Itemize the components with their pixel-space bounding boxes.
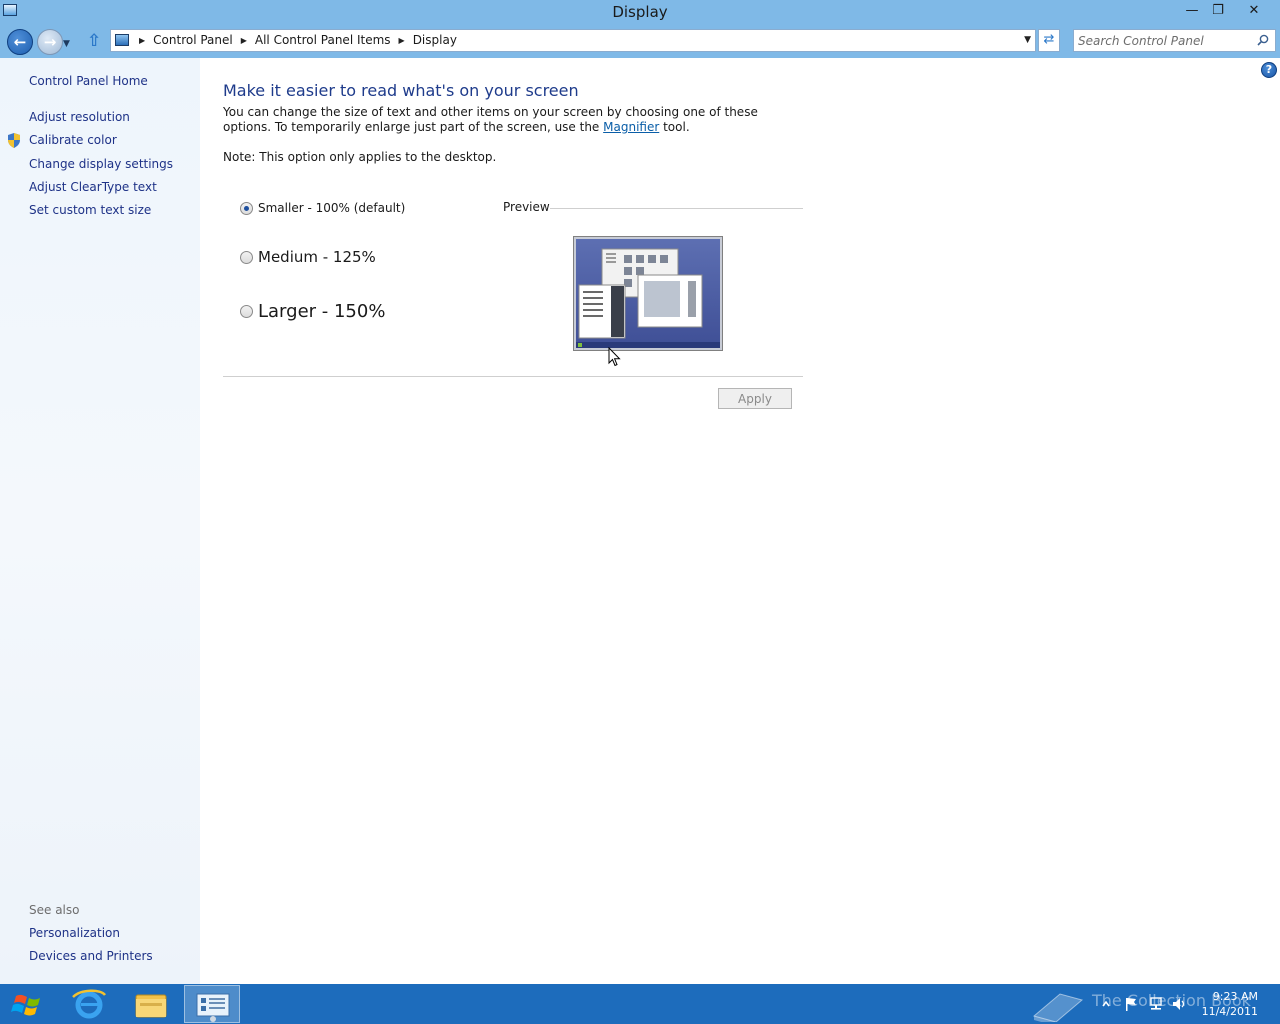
radio-larger[interactable]: [240, 305, 253, 318]
option-medium-label[interactable]: Medium - 125%: [258, 248, 376, 266]
option-larger-label[interactable]: Larger - 150%: [258, 301, 385, 322]
book-icon: [1032, 993, 1084, 1024]
description-part-2: tool.: [659, 120, 690, 134]
folder-icon: [135, 994, 167, 1018]
option-medium[interactable]: Medium - 125%: [240, 248, 376, 266]
change-display-settings-link[interactable]: Change display settings: [29, 157, 173, 171]
taskbar-internet-explorer[interactable]: [61, 985, 117, 1023]
recent-pages-button[interactable]: ▼: [63, 35, 75, 49]
preview-image: [573, 236, 723, 351]
up-button[interactable]: ⇧: [87, 32, 105, 50]
refresh-icon: ⇄: [1043, 32, 1055, 47]
search-icon[interactable]: [1257, 34, 1269, 46]
forward-button[interactable]: →: [37, 29, 63, 55]
set-custom-text-size-link[interactable]: Set custom text size: [29, 203, 151, 217]
title-bar: Display — ❐ ✕: [0, 0, 1280, 24]
option-larger[interactable]: Larger - 150%: [240, 301, 385, 322]
network-icon[interactable]: [1148, 996, 1164, 1012]
chevron-down-icon: ▼: [63, 39, 70, 49]
devices-and-printers-link[interactable]: Devices and Printers: [29, 949, 153, 963]
radio-smaller[interactable]: [240, 201, 253, 215]
tray-chevron-up-icon[interactable]: [1101, 996, 1111, 1012]
shield-icon: [8, 133, 20, 148]
close-icon: ✕: [1248, 3, 1260, 18]
adjust-cleartype-link[interactable]: Adjust ClearType text: [29, 180, 157, 194]
internet-explorer-icon: [72, 989, 107, 1019]
restore-button[interactable]: ❐: [1206, 1, 1230, 20]
note-text: Note: This option only applies to the de…: [223, 150, 497, 164]
search-input[interactable]: [1078, 32, 1254, 49]
refresh-button[interactable]: ⇄: [1038, 29, 1060, 52]
taskbar-file-explorer[interactable]: [122, 985, 178, 1023]
apply-button[interactable]: Apply: [718, 388, 792, 409]
mouse-cursor-icon: [608, 347, 621, 367]
volume-icon[interactable]: [1171, 996, 1187, 1012]
taskbar-control-panel[interactable]: [184, 985, 240, 1023]
arrow-up-icon: ⇧: [87, 31, 102, 51]
window-title: Display: [612, 3, 668, 21]
start-button[interactable]: [8, 988, 48, 1020]
minimize-button[interactable]: —: [1180, 1, 1204, 20]
breadcrumb-chevron-icon[interactable]: ▶: [399, 36, 405, 45]
control-panel-taskbar-icon: [196, 993, 230, 1022]
preview-windows-illustration: [576, 248, 720, 348]
page-title: Make it easier to read what's on your sc…: [223, 81, 579, 100]
section-divider: [223, 376, 803, 377]
back-button[interactable]: ←: [7, 29, 33, 55]
control-panel-home-link[interactable]: Control Panel Home: [29, 74, 148, 88]
close-button[interactable]: ✕: [1232, 1, 1276, 20]
see-also-label: See also: [29, 903, 80, 917]
restore-icon: ❐: [1212, 3, 1224, 18]
navigation-pane: Control Panel Home Adjust resolution Cal…: [0, 58, 200, 984]
arrow-left-icon: ←: [13, 33, 27, 51]
address-bar[interactable]: ▶ Control Panel ▶ All Control Panel Item…: [110, 29, 1036, 52]
breadcrumb-display[interactable]: Display: [413, 33, 457, 47]
breadcrumb-chevron-icon[interactable]: ▶: [139, 36, 145, 45]
option-smaller[interactable]: Smaller - 100% (default): [240, 201, 405, 215]
arrow-right-icon: →: [43, 33, 57, 51]
preview-divider: [550, 208, 803, 209]
preview-label: Preview: [503, 200, 550, 214]
search-box[interactable]: [1073, 29, 1276, 52]
clock-time: 9:23 AM: [1212, 990, 1258, 1003]
action-center-flag-icon[interactable]: [1124, 996, 1138, 1012]
preview-screen: [576, 239, 720, 348]
option-smaller-label[interactable]: Smaller - 100% (default): [258, 201, 405, 215]
calibrate-color-link[interactable]: Calibrate color: [29, 133, 117, 147]
main-content: ? Make it easier to read what's on your …: [200, 58, 1280, 984]
control-panel-icon: [115, 34, 129, 46]
magnifier-link[interactable]: Magnifier: [603, 120, 659, 134]
description-text: You can change the size of text and othe…: [223, 105, 783, 135]
navigation-bar: ← → ▼ ⇧ ▶ Control Panel ▶ All Control Pa…: [0, 24, 1280, 58]
question-mark-icon: ?: [1265, 63, 1273, 76]
taskbar: The Collection Book 9:23 AM 11/4/2011: [0, 984, 1280, 1024]
breadcrumb-chevron-icon[interactable]: ▶: [241, 36, 247, 45]
breadcrumb: ▶ Control Panel ▶ All Control Panel Item…: [135, 33, 461, 47]
system-clock[interactable]: 9:23 AM 11/4/2011: [1198, 989, 1258, 1019]
address-dropdown-icon[interactable]: ▼: [1024, 35, 1031, 45]
radio-medium[interactable]: [240, 250, 253, 264]
breadcrumb-all-items[interactable]: All Control Panel Items: [255, 33, 391, 47]
clock-date: 11/4/2011: [1201, 1005, 1258, 1018]
minimize-icon: —: [1185, 3, 1199, 18]
personalization-link[interactable]: Personalization: [29, 926, 120, 940]
breadcrumb-control-panel[interactable]: Control Panel: [153, 33, 233, 47]
help-button[interactable]: ?: [1261, 62, 1277, 78]
adjust-resolution-link[interactable]: Adjust resolution: [29, 110, 130, 124]
